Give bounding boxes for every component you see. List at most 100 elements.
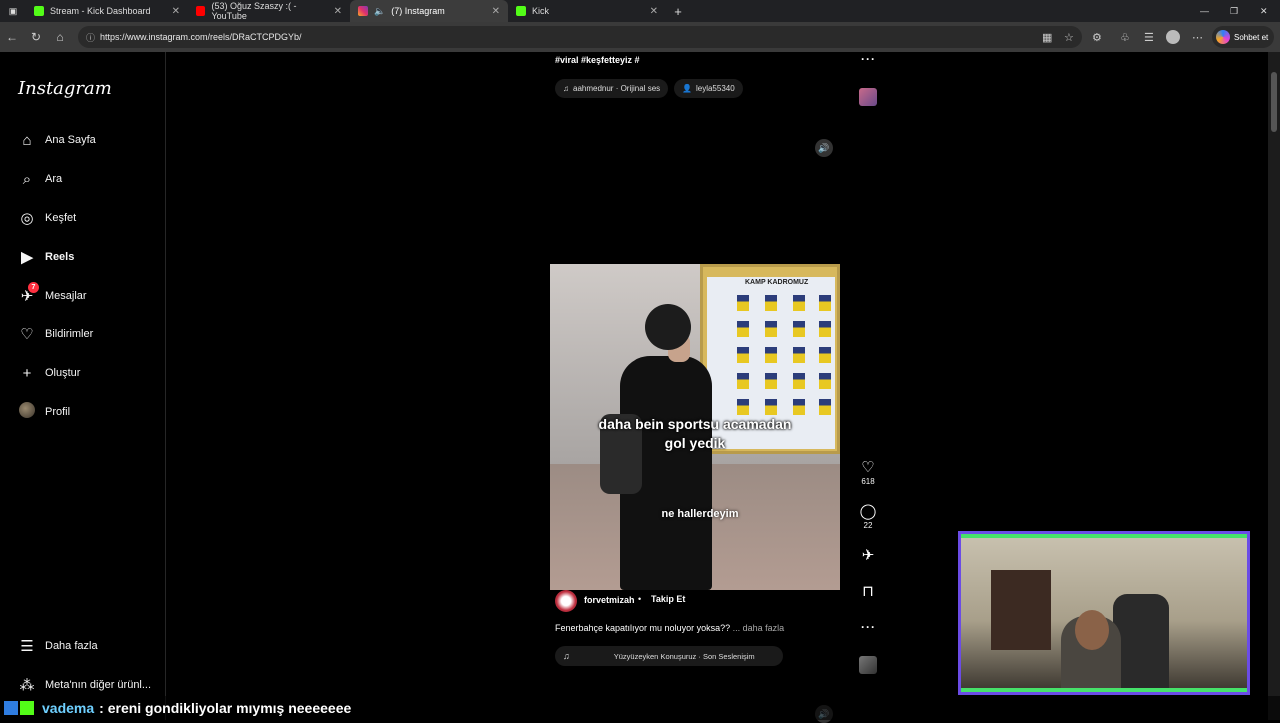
window-menu-icon[interactable]: ▣ — [0, 0, 26, 22]
close-icon[interactable]: ✕ — [334, 6, 342, 17]
sidebar-item-explore[interactable]: ◎ Keşfet — [0, 201, 166, 235]
tagged-user-label: leyla55340 — [695, 84, 735, 93]
previous-reel-audio-thumbnail[interactable] — [859, 88, 877, 106]
sidebar-item-reels[interactable]: ▶ Reels — [0, 240, 166, 274]
follow-button[interactable]: Takip Et — [651, 594, 685, 604]
kick-icon — [516, 6, 526, 16]
webcam-overlay — [958, 531, 1250, 695]
share-button[interactable]: ✈ — [858, 547, 878, 565]
close-icon[interactable]: ✕ — [492, 6, 500, 17]
volume-icon[interactable]: 🔊 — [815, 139, 833, 157]
tab-kick-dashboard[interactable]: Stream - Kick Dashboard ✕ — [26, 0, 188, 22]
poster-player — [737, 295, 749, 311]
poster-player — [765, 373, 777, 389]
audio-chip[interactable]: ♫ aahmednur · Orijinal ses — [555, 79, 669, 98]
tab-instagram[interactable]: 🔈 (7) Instagram ✕ — [350, 0, 508, 22]
comment-button[interactable]: ◯ 22 — [858, 503, 878, 530]
video-caption-line2: gol yedik — [664, 435, 726, 451]
video-subcaption: ne hallerdeyim — [661, 508, 739, 520]
tab-kick[interactable]: Kick ✕ — [508, 0, 666, 22]
app-install-icon[interactable]: ▦ — [1042, 22, 1052, 52]
music-chip[interactable]: ♫ Yüzyüzeyken Konuşuruz · Son Seslenişim — [555, 646, 783, 666]
reel-audio-thumbnail[interactable] — [859, 656, 877, 674]
scrollbar-thumb[interactable] — [1271, 72, 1277, 132]
url-field[interactable]: ⓘ https://www.instagram.com/reels/DRaCTC… — [78, 26, 1082, 48]
sidebar-item-label: Profil — [45, 406, 71, 418]
instagram-logo[interactable]: Instagram — [18, 78, 112, 99]
page-scrollbar[interactable] — [1268, 52, 1280, 720]
author-avatar[interactable] — [555, 590, 577, 612]
sidebar-item-create[interactable]: + Oluştur — [0, 356, 166, 390]
home-icon: ⌂ — [22, 131, 32, 149]
send-icon: ✈ — [861, 547, 875, 564]
settings-more-icon[interactable]: ⋯ — [1192, 22, 1203, 52]
close-window-button[interactable]: ✕ — [1252, 0, 1276, 22]
extensions-icon[interactable]: ⚙ — [1092, 22, 1102, 52]
meta-apps-icon: ⁂ — [19, 677, 35, 694]
compass-icon: ◎ — [20, 210, 34, 227]
webcam-streamer-head — [1075, 610, 1109, 650]
copilot-icon — [1216, 30, 1230, 44]
more-options-icon[interactable]: ··· — [861, 52, 876, 66]
url-text: https://www.instagram.com/reels/DRaCTCPD… — [100, 32, 302, 42]
sidebar-item-profile[interactable]: Profil — [0, 395, 166, 429]
sidebar-item-messages[interactable]: ✈ 7 Mesajlar — [0, 279, 166, 313]
sidebar-item-search[interactable]: ⌕ Ara — [0, 162, 166, 196]
user-icon: 👤 — [682, 84, 692, 93]
close-icon[interactable]: ✕ — [172, 6, 180, 17]
sidebar-item-label: Keşfet — [45, 212, 77, 224]
close-icon[interactable]: ✕ — [650, 6, 658, 17]
poster-player — [765, 321, 777, 337]
sidebar-item-notifications[interactable]: ♡ Bildirimler — [0, 317, 166, 351]
sidebar-item-label: Daha fazla — [45, 640, 98, 652]
reel-video[interactable]: KAMP KADROMUZ daha bein sportsu acamadan… — [550, 264, 840, 590]
search-icon: ⌕ — [22, 170, 32, 188]
maximize-button[interactable]: ❐ — [1222, 0, 1246, 22]
sidebar-item-home[interactable]: ⌂ Ana Sayfa — [0, 123, 166, 157]
like-button[interactable]: ♡ 618 — [858, 459, 878, 486]
poster-player — [765, 347, 777, 363]
minimize-button[interactable]: — — [1192, 0, 1217, 22]
address-bar-row: ← ↻ ⌂ ⓘ https://www.instagram.com/reels/… — [0, 22, 1280, 52]
reel-description: Fenerbahçe kapatılıyor mu noluyor yoksa?… — [555, 623, 784, 633]
profile-avatar[interactable] — [1166, 22, 1180, 52]
chat-message: : ereni gondikliyolar mıymış neeeeeee — [99, 700, 352, 716]
tagged-user-chip[interactable]: 👤 leyla55340 — [674, 79, 743, 98]
poster-title: KAMP KADROMUZ — [745, 279, 809, 286]
sidebar-item-label: Bildirimler — [45, 328, 94, 340]
more-link[interactable]: ... daha fazla — [733, 623, 785, 633]
author-username[interactable]: forvetmizah — [584, 595, 635, 605]
poster-player — [765, 399, 777, 415]
home-button[interactable]: ⌂ — [48, 30, 72, 44]
poster-player — [765, 295, 777, 311]
new-tab-button[interactable]: + — [666, 0, 690, 22]
copilot-chat-button[interactable]: Sohbet et — [1212, 26, 1274, 48]
sidebar-item-label: Mesajlar — [45, 290, 87, 302]
browser-essentials-icon[interactable]: ♧ — [1120, 22, 1130, 52]
heart-icon: ♡ — [861, 459, 875, 476]
site-info-icon[interactable]: ⓘ — [86, 31, 95, 44]
comment-count: 22 — [863, 521, 873, 530]
video-caption-line1: daha bein sportsu acamadan — [598, 416, 792, 432]
browser-tab-bar: ▣ Stream - Kick Dashboard ✕ (53) Oğuz Sz… — [0, 0, 1280, 22]
sidebar-item-label: Ara — [45, 173, 63, 185]
speaker-icon[interactable]: 🔈 — [374, 6, 385, 17]
avatar — [19, 402, 35, 418]
poster-player — [737, 321, 749, 337]
poster-player — [793, 399, 805, 415]
tab-youtube[interactable]: (53) Oğuz Szaszy :( - YouTube ✕ — [188, 0, 350, 22]
more-options-icon[interactable]: ··· — [861, 620, 876, 634]
sidebar-item-label: Oluştur — [45, 367, 81, 379]
refresh-button[interactable]: ↻ — [24, 30, 48, 44]
save-button[interactable]: ⊓ — [858, 583, 878, 601]
poster-player — [793, 373, 805, 389]
favorite-star-icon[interactable]: ☆ — [1064, 22, 1074, 52]
music-note-icon: ♫ — [563, 84, 569, 93]
sidebar-item-more[interactable]: ☰ Daha fazla — [0, 629, 166, 663]
previous-reel-hashtags[interactable]: #viral #keşfetteyiz # — [555, 55, 640, 65]
back-button[interactable]: ← — [0, 30, 24, 44]
comment-icon: ◯ — [859, 503, 877, 520]
favorites-icon[interactable]: ☰ — [1144, 22, 1154, 52]
music-note-icon: ♫ — [563, 651, 570, 661]
heart-icon: ♡ — [20, 326, 34, 343]
